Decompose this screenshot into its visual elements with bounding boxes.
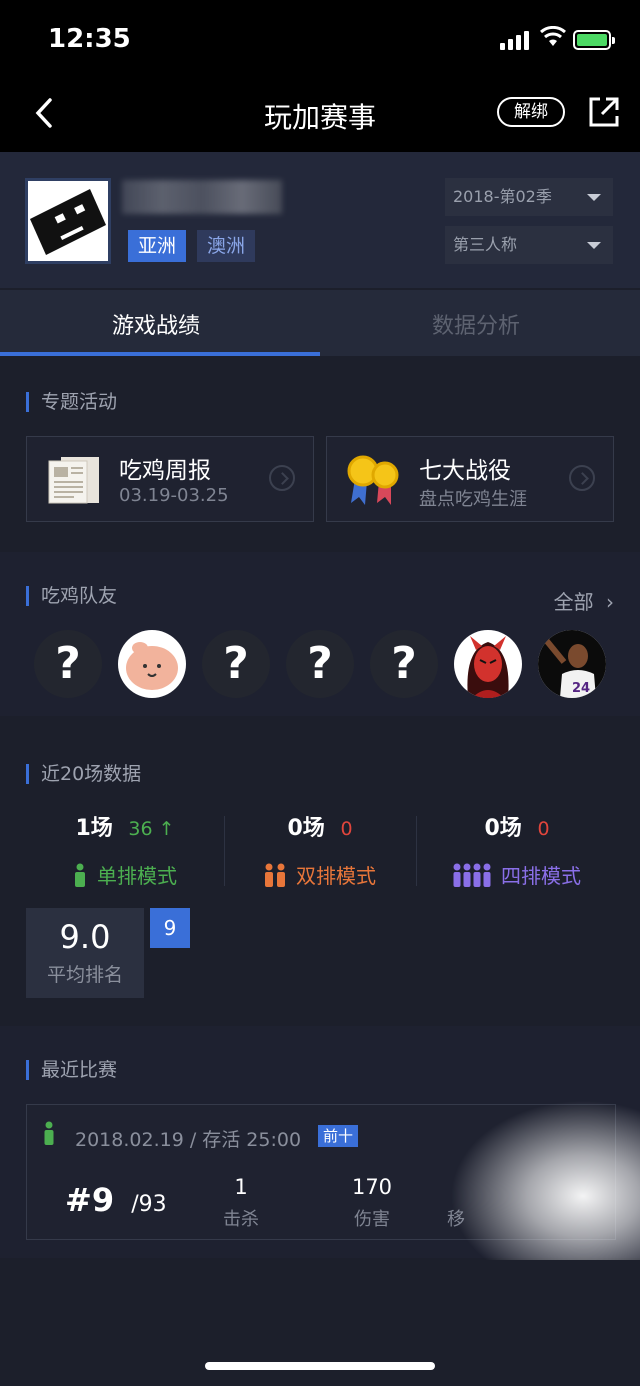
card-subtitle: 03.19-03.25 xyxy=(119,485,229,506)
match-card[interactable]: 2018.02.19 / 存活 25:00 前十 #9 /93 1 击杀 170… xyxy=(26,1104,616,1240)
username-blurred xyxy=(122,180,282,214)
teammate-avatar[interactable] xyxy=(454,630,522,698)
solo-person-icon xyxy=(75,863,85,887)
mode-label: 双排模式 xyxy=(296,864,376,888)
mode-count: 0场 xyxy=(484,816,522,841)
squad-mode-stat[interactable]: 0场 0 四排模式 xyxy=(417,810,617,889)
chevron-down-icon xyxy=(587,194,601,201)
mode-delta: 0 xyxy=(340,818,353,840)
teammate-avatar[interactable] xyxy=(118,630,186,698)
section-title: 专题活动 xyxy=(26,392,117,412)
kills-value: 1 xyxy=(234,1175,248,1199)
nav-bar: 玩加赛事 解绑 xyxy=(0,80,640,152)
mode-count: 1场 xyxy=(75,816,113,841)
card-title: 吃鸡周报 xyxy=(119,458,211,484)
profile-header: 亚洲 澳洲 2018-第02季 第三人称 xyxy=(0,152,640,288)
teammate-unknown[interactable]: ? xyxy=(370,630,438,698)
view-all-link[interactable]: 全部 › xyxy=(554,586,614,615)
mode-label: 单排模式 xyxy=(97,864,177,888)
tab-bar: 游戏战绩 数据分析 xyxy=(0,290,640,356)
avatar-image xyxy=(28,181,108,261)
tab-game-record[interactable]: 游戏战绩 xyxy=(112,308,200,340)
section-title: 近20场数据 xyxy=(26,764,141,784)
season-select-value: 2018-第02季 xyxy=(453,187,552,206)
weekly-report-card[interactable]: 吃鸡周报 03.19-03.25 xyxy=(26,436,314,522)
kills-stat: 1 击杀 xyxy=(201,1175,281,1231)
perspective-select-value: 第三人称 xyxy=(453,235,518,254)
region-tag-asia[interactable]: 亚洲 xyxy=(128,230,187,262)
damage-value: 170 xyxy=(351,1175,393,1199)
solo-mode-stat[interactable]: 1场 36 ↑ 单排模式 xyxy=(25,810,225,889)
teammate-unknown[interactable]: ? xyxy=(34,630,102,698)
newspaper-icon xyxy=(48,457,99,504)
match-meta: 2018.02.19 / 存活 25:00 xyxy=(75,1129,302,1151)
unbind-button[interactable]: 解绑 xyxy=(497,97,565,127)
section-title: 最近比赛 xyxy=(26,1060,117,1080)
season-select[interactable]: 2018-第02季 xyxy=(445,178,613,216)
status-time: 12:35 xyxy=(48,24,131,54)
card-title: 七大战役 xyxy=(419,458,511,484)
share-icon[interactable] xyxy=(586,94,622,130)
medal-icon xyxy=(347,455,399,505)
rank-badge[interactable]: 9 xyxy=(150,908,190,948)
section-title: 吃鸡队友 xyxy=(26,586,117,606)
basketball-player-avatar: 24 xyxy=(538,630,606,698)
battery-icon xyxy=(573,30,615,50)
chevron-right-icon xyxy=(569,465,595,491)
chevron-right-icon: › xyxy=(606,590,614,614)
move-label: 移 xyxy=(447,1209,465,1230)
avg-rank-label: 平均排名 xyxy=(46,964,123,986)
top10-badge: 前十 xyxy=(318,1125,359,1147)
match-total: /93 xyxy=(131,1192,167,1217)
teammate-unknown[interactable]: ? xyxy=(202,630,270,698)
perspective-select[interactable]: 第三人称 xyxy=(445,226,613,264)
chevron-down-icon xyxy=(587,242,601,249)
mode-delta: 0 xyxy=(537,818,550,840)
signal-icon xyxy=(500,30,532,50)
home-indicator[interactable] xyxy=(205,1362,435,1370)
card-subtitle: 盘点吃鸡生涯 xyxy=(419,489,527,510)
pig-avatar xyxy=(126,642,178,690)
svg-text:24: 24 xyxy=(572,681,590,696)
move-stat: 移 xyxy=(447,1175,507,1231)
region-tag-australia[interactable]: 澳洲 xyxy=(197,230,256,262)
damage-stat: 170 伤害 xyxy=(332,1175,412,1231)
mode-label: 四排模式 xyxy=(501,864,581,888)
view-all-label: 全部 xyxy=(553,590,594,614)
status-bar: 12:35 xyxy=(0,0,640,80)
damage-label: 伤害 xyxy=(354,1209,390,1230)
seven-battles-card[interactable]: 七大战役 盘点吃鸡生涯 xyxy=(326,436,614,522)
wifi-icon xyxy=(540,26,566,46)
mode-delta: 36 ↑ xyxy=(128,818,175,840)
match-rank: #9 xyxy=(65,1181,115,1219)
tab-data-analysis[interactable]: 数据分析 xyxy=(432,308,520,340)
teammates-section: 吃鸡队友 全部 › ? ? ? ? 24 xyxy=(0,552,640,716)
avg-rank-box: 9.0 平均排名 xyxy=(26,908,144,998)
duo-person-icon xyxy=(265,863,285,887)
squad-person-icon xyxy=(453,863,491,887)
recent-match-section: 最近比赛 2018.02.19 / 存活 25:00 前十 #9 /93 1 击… xyxy=(0,1026,640,1258)
chevron-right-icon xyxy=(269,465,295,491)
topics-section: 专题活动 吃鸡周报 03.19-03.25 七大战役 盘点吃鸡生涯 xyxy=(0,356,640,538)
kills-label: 击杀 xyxy=(223,1209,259,1230)
duo-mode-stat[interactable]: 0场 0 双排模式 xyxy=(220,810,420,889)
teammate-unknown[interactable]: ? xyxy=(286,630,354,698)
solo-person-icon xyxy=(44,1121,54,1145)
teammate-avatar[interactable]: 24 xyxy=(538,630,606,698)
mode-count: 0场 xyxy=(287,816,325,841)
avatar[interactable] xyxy=(25,178,111,264)
red-devil-avatar xyxy=(467,636,509,698)
avg-rank-value: 9.0 xyxy=(59,918,111,956)
recent20-section: 近20场数据 1场 36 ↑ 单排模式 0场 0 双排模式 0场 0 四排模式 … xyxy=(0,730,640,1012)
